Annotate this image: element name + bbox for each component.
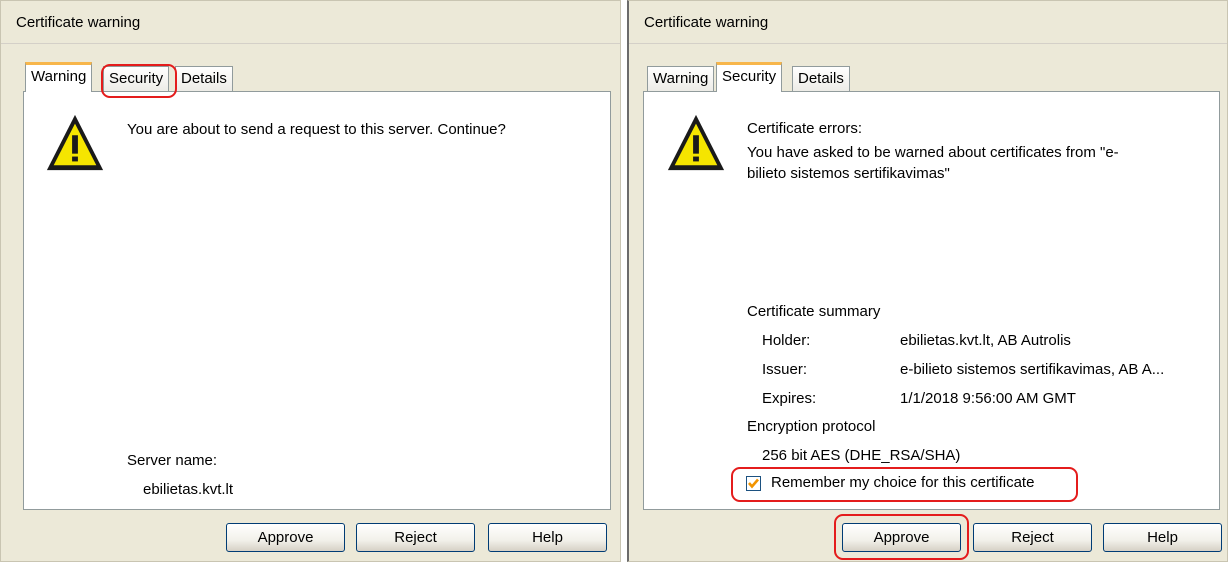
tab-details[interactable]: Details xyxy=(792,66,850,92)
server-name-value: ebilietas.kvt.lt xyxy=(143,481,234,498)
tab-security[interactable]: Security xyxy=(716,62,783,92)
remember-choice-checkbox[interactable] xyxy=(746,476,761,491)
warning-message: You are about to send a request to this … xyxy=(127,121,506,138)
encryption-protocol-value: 256 bit AES (DHE_RSA/SHA) xyxy=(762,447,961,464)
certificate-summary-heading: Certificate summary xyxy=(747,303,881,320)
reject-button[interactable]: Reject xyxy=(973,523,1092,552)
tab-warning[interactable]: Warning xyxy=(25,62,93,92)
expires-value: 1/1/2018 9:56:00 AM GMT xyxy=(900,390,1076,407)
issuer-label: Issuer: xyxy=(762,361,808,378)
encryption-protocol-heading: Encryption protocol xyxy=(747,418,876,435)
dialog-title: Certificate warning xyxy=(16,14,141,31)
reject-button[interactable]: Reject xyxy=(356,523,475,552)
approve-button[interactable]: Approve xyxy=(226,523,345,552)
issuer-value: e-bilieto sistemos sertifikavimas, AB A.… xyxy=(900,361,1165,378)
certificate-errors-text-line2: bilieto sistemos sertifikavimas" xyxy=(747,165,950,182)
tab-panel-security: Certificate errors: You have asked to be… xyxy=(643,91,1220,510)
title-bar: Certificate warning xyxy=(1,1,620,44)
expires-label: Expires: xyxy=(762,390,817,407)
checkmark-icon xyxy=(748,478,759,489)
tab-details[interactable]: Details xyxy=(175,66,233,92)
certificate-warning-dialog-right: Certificate warning Warning Security Det… xyxy=(627,0,1228,562)
help-button[interactable]: Help xyxy=(488,523,607,552)
help-button[interactable]: Help xyxy=(1103,523,1222,552)
server-name-label: Server name: xyxy=(127,452,218,469)
certificate-warning-dialog-left: Certificate warning Warning Security Det… xyxy=(0,0,621,562)
certificate-errors-text-line1: You have asked to be warned about certif… xyxy=(747,144,1119,161)
warning-triangle-icon xyxy=(667,114,725,171)
tab-panel-warning: You are about to send a request to this … xyxy=(23,91,611,510)
certificate-errors-heading: Certificate errors: xyxy=(747,120,863,137)
holder-value: ebilietas.kvt.lt, AB Autrolis xyxy=(900,332,1071,349)
remember-choice-label[interactable]: Remember my choice for this certificate xyxy=(771,474,1034,491)
warning-triangle-icon xyxy=(46,114,104,171)
approve-button[interactable]: Approve xyxy=(842,523,961,552)
tab-warning[interactable]: Warning xyxy=(647,66,715,92)
holder-label: Holder: xyxy=(762,332,811,349)
dialog-title: Certificate warning xyxy=(644,14,769,31)
tab-security[interactable]: Security xyxy=(103,66,170,92)
title-bar: Certificate warning xyxy=(629,1,1227,44)
